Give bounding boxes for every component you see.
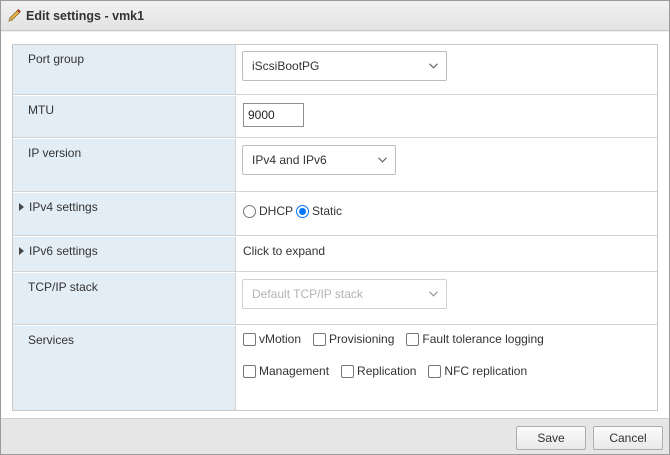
dhcp-radio[interactable] [243,204,256,218]
ip-version-select[interactable]: IPv4 and IPv6 [242,145,396,175]
row-port-group: Port group iScsiBootPG [13,45,657,95]
management-label[interactable]: Management [259,364,329,378]
mtu-label: MTU [28,103,54,117]
ipv4-settings-label: IPv4 settings [29,200,98,214]
row-ipv6-settings: IPv6 settings Click to expand [13,237,657,272]
tcpip-stack-select: Default TCP/IP stack [242,279,447,309]
nfc-replication-label[interactable]: NFC replication [444,364,527,378]
provisioning-label[interactable]: Provisioning [329,332,394,346]
ip-version-label: IP version [28,146,82,160]
static-radio[interactable] [296,204,310,218]
dialog-title: Edit settings - vmk1 [26,8,145,23]
save-button[interactable]: Save [516,426,586,450]
ipv6-settings-label: IPv6 settings [29,244,98,258]
chevron-down-icon [429,291,438,297]
settings-form: Port group iScsiBootPG MTU 9000 IP versi… [12,44,658,411]
row-tcpip-stack: TCP/IP stack Default TCP/IP stack [13,273,657,325]
dialog-content: Port group iScsiBootPG MTU 9000 IP versi… [1,32,669,418]
port-group-value: iScsiBootPG [252,59,320,73]
mtu-value: 9000 [248,108,275,122]
port-group-label: Port group [28,52,85,66]
services-line-2: Management Replication NFC replication [243,364,539,378]
tcpip-stack-label: TCP/IP stack [28,280,98,294]
tcpip-stack-value: Default TCP/IP stack [252,287,363,301]
vmotion-checkbox[interactable] [243,332,256,346]
row-services: Services vMotion Provisioning Fault tole… [13,326,657,410]
ip-version-value: IPv4 and IPv6 [252,153,327,167]
services-label: Services [28,333,75,347]
port-group-select[interactable]: iScsiBootPG [242,51,447,81]
vmotion-label[interactable]: vMotion [259,332,301,346]
dialog-titlebar: Edit settings - vmk1 [1,1,669,31]
replication-checkbox[interactable] [341,364,355,378]
row-ipv4-settings: IPv4 settings DHCP Static [13,193,657,236]
row-mtu: MTU 9000 [13,96,657,138]
ipv4-mode-radio-group: DHCP Static [243,204,345,218]
nfc-replication-checkbox[interactable] [428,364,442,378]
chevron-down-icon [378,157,387,163]
fault-tolerance-logging-label[interactable]: Fault tolerance logging [422,332,543,346]
services-line-1: vMotion Provisioning Fault tolerance log… [243,332,556,346]
ipv6-expand-link[interactable]: Click to expand [243,244,325,258]
dhcp-radio-label[interactable]: DHCP [259,204,293,218]
static-radio-label[interactable]: Static [312,204,342,218]
cancel-button[interactable]: Cancel [593,426,663,450]
provisioning-checkbox[interactable] [313,332,327,346]
row-ip-version: IP version IPv4 and IPv6 [13,139,657,192]
ipv4-settings-expander[interactable]: IPv4 settings [13,193,236,235]
mtu-input[interactable]: 9000 [243,103,304,127]
chevron-down-icon [429,63,438,69]
fault-tolerance-logging-checkbox[interactable] [406,332,420,346]
ipv6-settings-expander[interactable]: IPv6 settings [13,237,236,271]
edit-settings-dialog: Edit settings - vmk1 Port group iScsiBoo… [0,0,670,455]
management-checkbox[interactable] [243,364,256,378]
dialog-footer: Save Cancel [1,418,669,454]
pencil-icon [8,8,21,22]
expand-caret-icon [19,247,24,255]
expand-caret-icon [19,203,24,211]
replication-label[interactable]: Replication [357,364,416,378]
